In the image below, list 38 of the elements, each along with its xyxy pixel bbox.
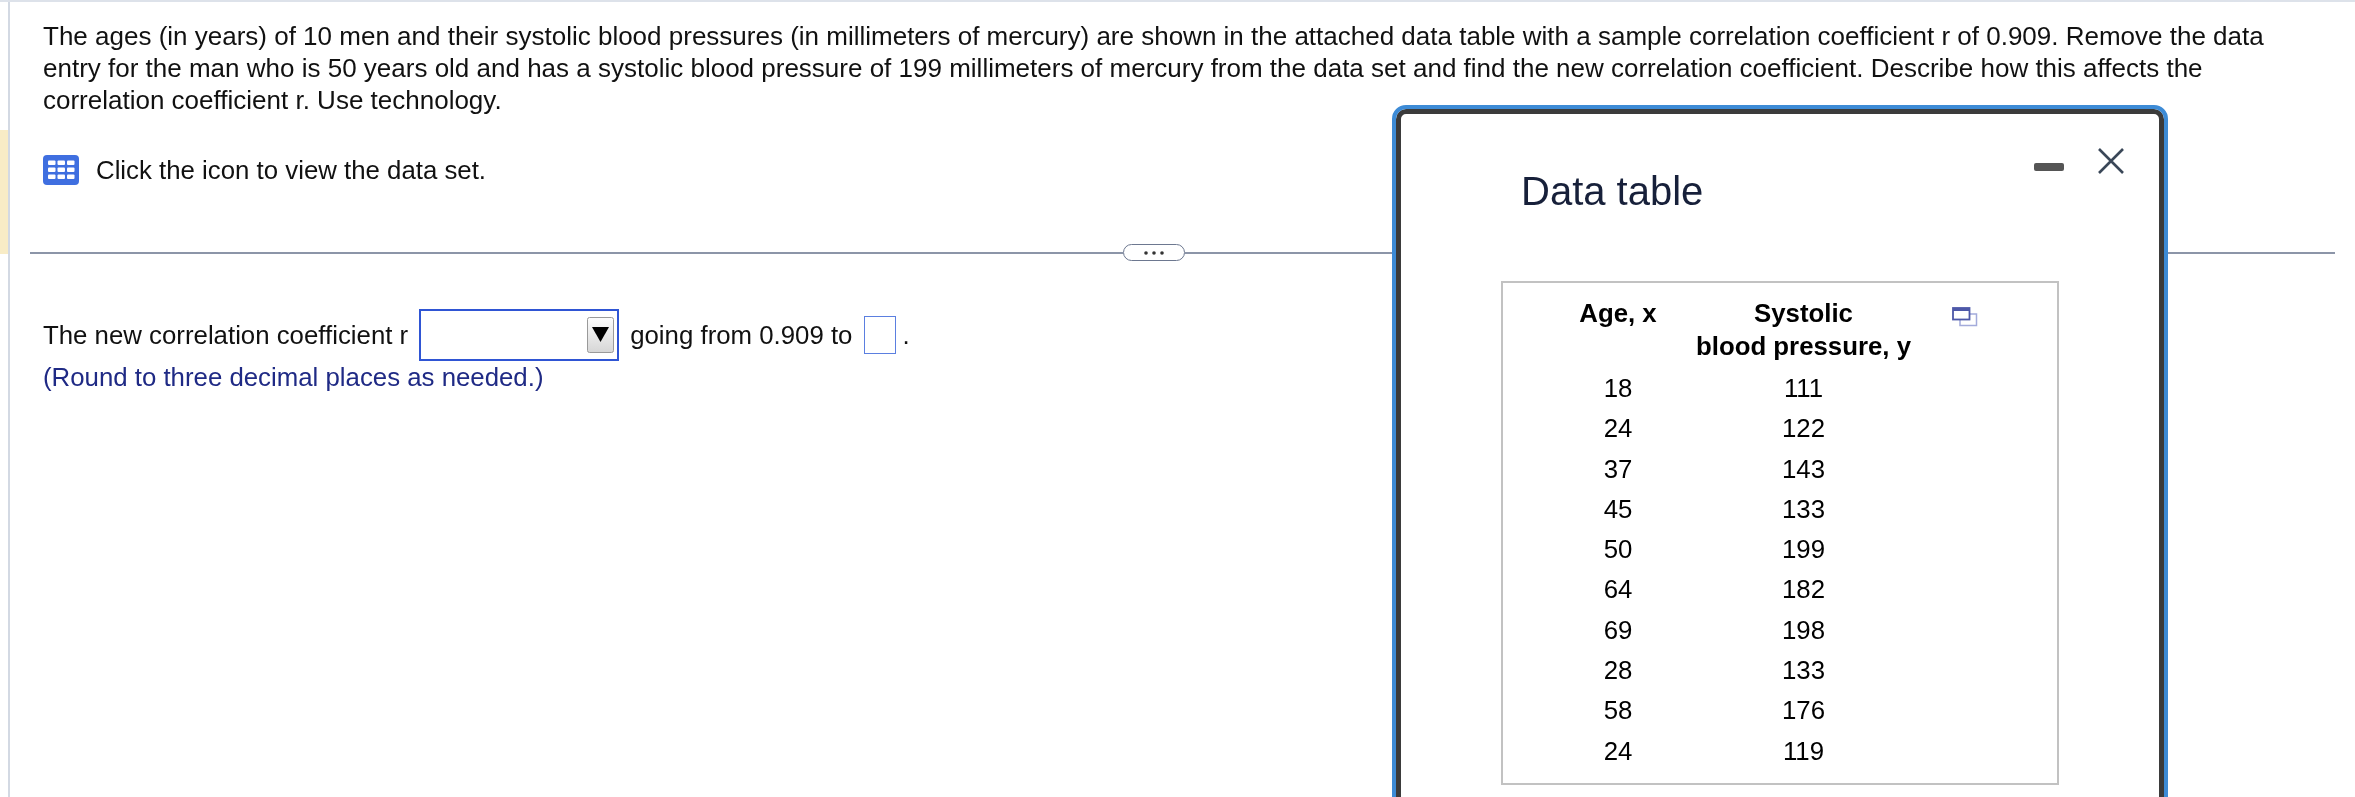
copy-icon[interactable] [1952, 307, 1978, 327]
table-cell-text: 69 [1602, 614, 1634, 646]
table-cell-text: 133 [1780, 655, 1826, 687]
close-button[interactable] [2096, 147, 2126, 175]
table-cell-text: 199 [1780, 534, 1826, 566]
table-cell-text: 198 [1780, 614, 1826, 646]
table-cell-text: 64 [1602, 574, 1634, 606]
table-cell-text: 28 [1602, 655, 1634, 687]
table-cell-text: 133 [1780, 493, 1826, 525]
ellipsis-icon [1144, 250, 1164, 255]
table-cell-text: 58 [1602, 695, 1634, 727]
answer-suffix-text: . [902, 320, 910, 351]
table-cell-text: 119 [1781, 735, 1826, 767]
column-header: Age, x [1578, 298, 1658, 329]
table-cell-text: 143 [1780, 453, 1826, 485]
table-cell-text: 50 [1602, 534, 1634, 566]
table-cell-text: 45 [1602, 493, 1634, 525]
question-text: The ages (in years) of 10 men and their systolic blood pressures (in millimeters of mercury) are shown in the attached data table with a sample correlation coefficient r of 0.909. Remove the data entry for the man who is 50 years old and has a systolic blood pressure of 199 millimeters of mercury from the data set and find the new correlation coefficient. Describe how this affects the correlation coefficient r. Use technology. [43, 20, 2265, 116]
close-icon [2096, 147, 2126, 175]
answer-prefix-text: The new correlation coefficient r [43, 320, 409, 351]
table-icon[interactable] [43, 155, 79, 185]
caret-icon [587, 317, 615, 353]
window-title: Data table [1521, 168, 1704, 215]
table-cell-text: 182 [1780, 574, 1826, 606]
table-cell-text: 18 [1602, 373, 1634, 404]
table-cell-text: 24 [1602, 735, 1634, 767]
rounding-hint: (Round to three decimal places as needed.) [43, 362, 544, 393]
answer-middle-text: going from 0.909 to [630, 320, 853, 351]
data-set-link-text: Click the icon to view the data set. [96, 155, 486, 186]
more-button[interactable] [1123, 244, 1185, 261]
table-cell-text: 122 [1780, 413, 1826, 445]
table-cell-text: 37 [1602, 453, 1634, 485]
table-cell-text: 176 [1780, 695, 1826, 727]
column-header: Systolic blood pressure, y [1695, 298, 1912, 362]
table-cell-text: 111 [1782, 373, 1825, 404]
dropdown-field[interactable] [419, 309, 620, 361]
answer-box[interactable] [864, 316, 897, 354]
table-cell-text: 24 [1602, 413, 1634, 445]
